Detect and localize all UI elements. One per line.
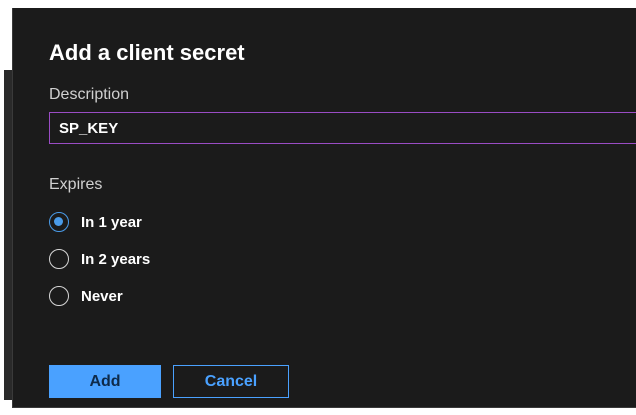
screen: Add a client secret Description Expires … bbox=[0, 0, 636, 415]
expires-option-label: In 2 years bbox=[81, 250, 151, 268]
radio-unselected-icon[interactable] bbox=[49, 249, 69, 269]
description-label: Description bbox=[49, 86, 130, 103]
expires-option-label: In 1 year bbox=[81, 213, 142, 231]
radio-unselected-icon[interactable] bbox=[49, 286, 69, 306]
expires-option-label: Never bbox=[81, 287, 123, 305]
dialog-title: Add a client secret bbox=[49, 40, 245, 65]
add-button[interactable]: Add bbox=[49, 365, 161, 398]
background-sliver bbox=[4, 70, 12, 400]
add-client-secret-dialog: Add a client secret Description Expires … bbox=[12, 8, 636, 408]
description-input[interactable] bbox=[49, 112, 636, 144]
expires-option-1-year[interactable]: In 1 year bbox=[49, 209, 142, 235]
radio-selected-icon[interactable] bbox=[49, 212, 69, 232]
expires-label: Expires bbox=[49, 176, 103, 193]
cancel-button[interactable]: Cancel bbox=[173, 365, 289, 398]
expires-option-2-years[interactable]: In 2 years bbox=[49, 246, 150, 272]
expires-option-never[interactable]: Never bbox=[49, 283, 123, 309]
